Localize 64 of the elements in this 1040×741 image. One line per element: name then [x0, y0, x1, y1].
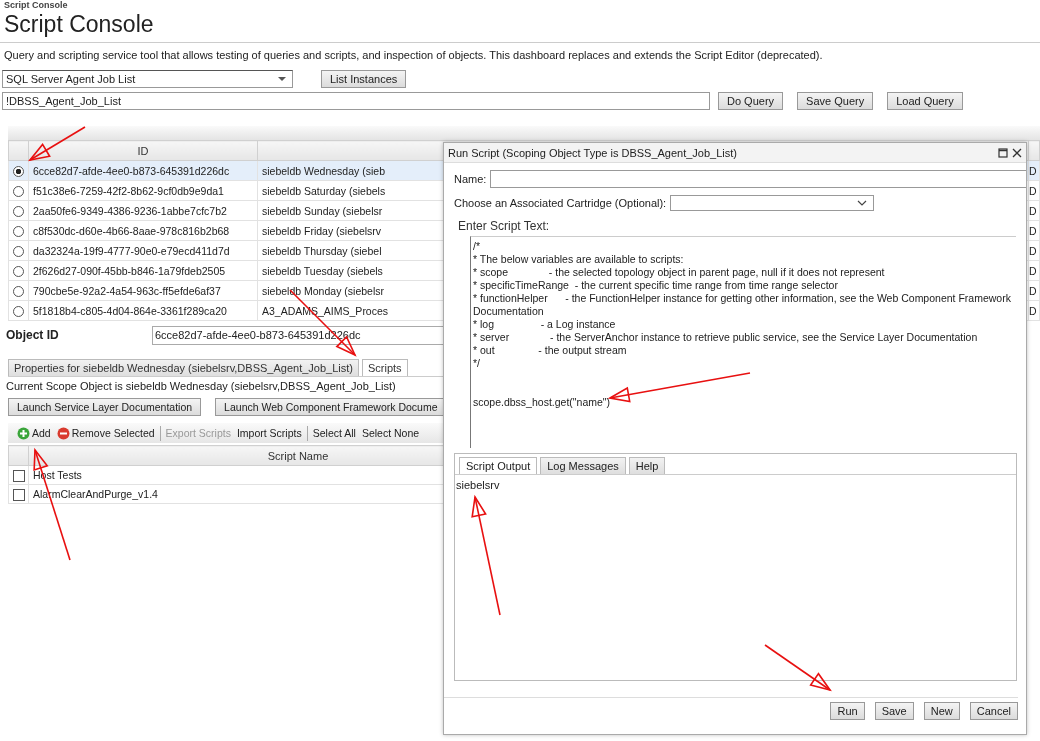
toolbar-button[interactable]: Select All	[309, 427, 359, 439]
table-cell: D	[1028, 220, 1040, 241]
tab[interactable]: Log Messages	[540, 457, 626, 474]
table-cell: D	[1028, 240, 1040, 261]
table-cell: 2aa50fe6-9349-4386-9236-1abbe7cfc7b2	[28, 200, 258, 221]
query-button[interactable]: Do Query	[718, 92, 784, 110]
toolbar-button[interactable]: Add	[14, 426, 54, 440]
page-title: Script Console	[4, 10, 155, 38]
query-button[interactable]: Save Query	[797, 92, 874, 110]
cartridge-dropdown[interactable]	[670, 195, 875, 211]
tab[interactable]: Help	[628, 457, 666, 474]
radio-button[interactable]	[13, 285, 24, 297]
tab[interactable]: Properties for siebeldb Wednesday (siebelsrv,DBSS_Agent_Job_List)	[8, 359, 359, 376]
table-cell: f51c38e6-7259-42f2-8b62-9cf0db9e9da1	[28, 180, 258, 201]
radio-button[interactable]	[13, 205, 24, 217]
checkbox[interactable]	[12, 488, 25, 501]
radio-button[interactable]	[13, 305, 24, 317]
table-cell: 790cbe5e-92a2-4a54-963c-ff5efde6af37	[28, 280, 258, 301]
annotation-arrow	[28, 126, 86, 162]
maximize-icon[interactable]	[998, 147, 1008, 158]
table-cell: 5f1818b4-c805-4d04-864e-3361f289ca20	[28, 300, 258, 321]
radio-button[interactable]	[13, 165, 24, 177]
close-icon[interactable]	[1012, 147, 1022, 158]
list-instances-button[interactable]: List Instances	[321, 70, 407, 88]
table-cell: D	[1028, 300, 1040, 321]
toolbar-button[interactable]: Select None	[358, 427, 423, 439]
table-cell: D	[1028, 260, 1040, 281]
name-field[interactable]	[490, 170, 1026, 188]
page-description: Query and scripting service tool that allows testing of queries and scripts, and inspection of objects. This dashboard replaces and extends the Script Editor (deprecated).	[0, 42, 1040, 64]
dialog-button[interactable]: New	[923, 702, 960, 720]
annotation-arrow	[764, 644, 832, 692]
script-text-label: Enter Script Text:	[458, 219, 551, 233]
dialog-button[interactable]: Run	[830, 702, 865, 720]
toolbar-button[interactable]: Import Scripts	[233, 427, 305, 439]
radio-button[interactable]	[13, 245, 24, 257]
column-header[interactable]: ID	[28, 140, 258, 161]
dialog-title: Run Script (Scoping Object Type is DBSS_Agent_Job_List)	[448, 146, 737, 159]
radio-button[interactable]	[13, 185, 24, 197]
documentation-button[interactable]: Launch Service Layer Documentation	[8, 398, 202, 416]
table-cell: c8f530dc-d60e-4b66-8aae-978c816b2b68	[28, 220, 258, 241]
radio-button[interactable]	[13, 225, 24, 237]
object-id-label: Object ID	[6, 328, 60, 342]
dialog-button[interactable]: Cancel	[969, 702, 1018, 720]
table-cell: D	[1028, 180, 1040, 201]
breadcrumb: Script Console	[3, 0, 69, 10]
scope-text: Current Scope Object is siebeldb Wednesday (siebelsrv,DBSS_Agent_Job_List)	[6, 380, 397, 392]
toolbar-button[interactable]: Remove Selected	[53, 426, 158, 440]
radio-button[interactable]	[13, 265, 24, 277]
table-cell: D	[1028, 200, 1040, 221]
table-cell: da32324a-19f9-4777-90e0-e79ecd411d7d	[28, 240, 258, 261]
add-icon	[17, 426, 30, 440]
chevron-icon	[857, 199, 868, 207]
tab[interactable]: Script Output	[459, 457, 538, 474]
object-type-dropdown[interactable]: SQL Server Agent Job List	[2, 70, 293, 88]
query-field[interactable]: !DBSS_Agent_Job_List	[2, 92, 710, 110]
query-button[interactable]: Load Query	[887, 92, 963, 110]
script-text-field[interactable]: /* * The below variables are available to scripts: * scope - the selected topology object in parent page, null if it does not represent * specificTimeRange - the current specific time range from time range selector * functionHelper - the FunctionHelper instance for getting other information, see the Web Component Framework Documentation * log - a Log instance * server - the ServerAnchor instance to retrieve public service, see the Service Layer Documentation * out - the output stream */ scope.dbss_host.get("name")	[470, 236, 1016, 448]
table-cell: D	[1028, 160, 1040, 181]
checkbox[interactable]	[12, 469, 25, 482]
dialog-button[interactable]: Save	[874, 702, 914, 720]
remove-icon	[56, 426, 70, 440]
table-cell: 2f626d27-090f-45bb-b846-1a79fdeb2505	[28, 260, 258, 281]
tab[interactable]: Scripts	[361, 359, 408, 376]
table-cell: D	[1028, 280, 1040, 301]
